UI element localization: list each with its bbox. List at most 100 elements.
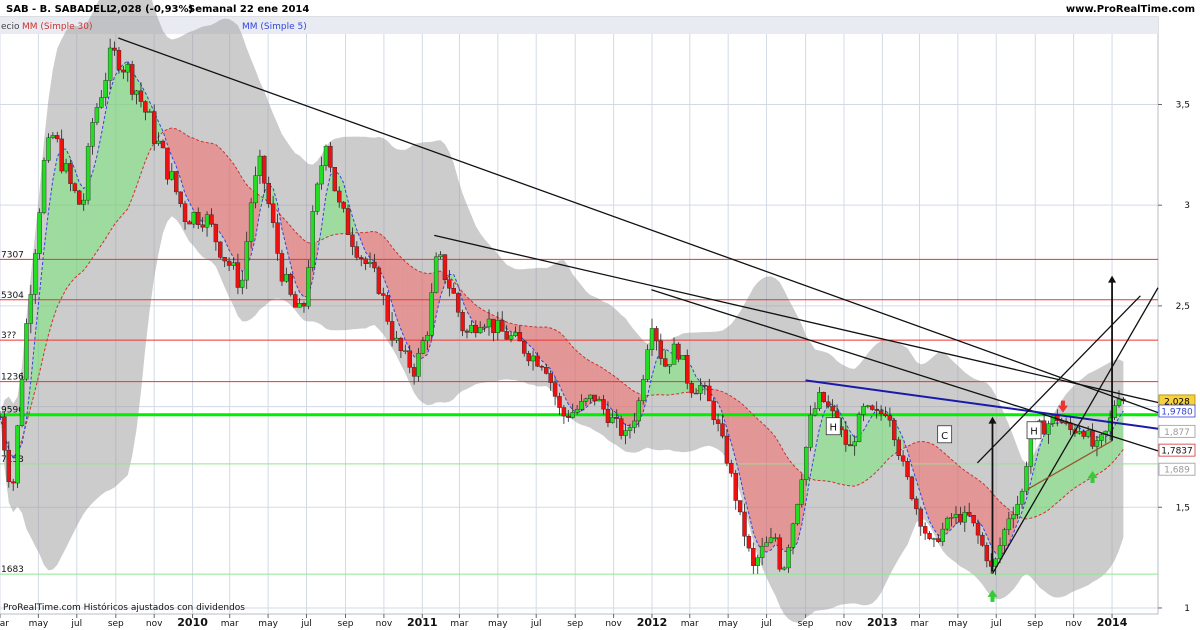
candle-body: [830, 406, 835, 412]
x-tick-label: 2011: [407, 616, 438, 629]
candle-body: [125, 64, 130, 73]
candle-body: [469, 324, 474, 333]
trend-zone-bear: [480, 308, 485, 330]
trend-zone-bear: [396, 252, 401, 330]
candle-body: [310, 211, 315, 268]
candle-body: [878, 410, 884, 415]
candle-body: [971, 515, 976, 524]
candle-body: [892, 419, 897, 441]
pattern-label: H: [829, 423, 837, 434]
candle-body: [363, 258, 368, 264]
trend-zone-bull: [1057, 422, 1062, 503]
candle-body: [896, 439, 901, 456]
candle-body: [843, 429, 849, 445]
candle-2012-11-25: [856, 411, 862, 443]
candle-body: [222, 257, 227, 262]
trend-zone-bear: [964, 470, 970, 517]
legend-strip: [0, 17, 1158, 34]
trend-zone-bear: [757, 419, 763, 551]
candle-body: [464, 330, 470, 333]
candle-body: [848, 444, 853, 447]
trend-zone-bull: [105, 91, 111, 239]
candle-body: [213, 224, 219, 243]
candle-body: [614, 417, 619, 419]
candle-body: [685, 354, 690, 384]
trend-zone-bear: [409, 265, 415, 357]
x-tick-label: may: [718, 619, 738, 629]
candle-body: [667, 364, 672, 367]
trend-zone-bear: [405, 261, 410, 350]
candle-body: [187, 221, 192, 225]
level-label: 5304: [1, 291, 24, 301]
candle-body: [627, 427, 633, 431]
trend-zone-bear: [612, 374, 617, 414]
candle-body: [306, 267, 311, 307]
trend-zone-bull: [841, 415, 846, 486]
candle-2010-07-18: [314, 182, 320, 215]
candle-body: [861, 405, 866, 415]
candle-body: [909, 476, 915, 500]
candle-2012-02-26: [685, 349, 690, 390]
candle-body: [2, 416, 7, 451]
candle-2009-03-29: [15, 424, 20, 489]
candle-body: [764, 542, 769, 547]
candle-body: [852, 441, 857, 447]
x-tick-label: may: [258, 619, 278, 629]
trend-zone-bear: [555, 329, 560, 386]
candle-body: [1002, 529, 1007, 546]
candle-body: [737, 500, 743, 513]
candle-body: [1041, 420, 1047, 435]
candle-body: [50, 135, 56, 138]
candle-2013-04-14: [944, 516, 950, 531]
candle-body: [301, 303, 307, 307]
candle-2011-01-23: [433, 252, 439, 294]
candle-2012-02-19: [680, 354, 686, 360]
trend-zone-bear: [933, 444, 939, 536]
candle-body: [345, 208, 351, 235]
trend-zone-bull: [1048, 423, 1053, 510]
trend-zone-bear: [537, 327, 542, 361]
candle-body: [455, 293, 461, 313]
candle-body: [191, 212, 197, 225]
candle-body: [711, 400, 716, 420]
candle-body: [777, 537, 782, 570]
candle-body: [640, 379, 646, 401]
candle-body: [552, 382, 558, 397]
candle-body: [151, 111, 157, 144]
trend-zone-bear: [969, 473, 974, 518]
candle-body: [275, 222, 280, 254]
candle-body: [566, 415, 571, 418]
candle-body: [918, 508, 923, 527]
candle-body: [698, 385, 703, 394]
candle-2010-06-06: [288, 272, 293, 297]
candle-body: [491, 318, 496, 334]
trend-zone-bear: [220, 148, 225, 240]
candle-body: [72, 183, 78, 192]
candle-body: [821, 392, 827, 403]
candle-body: [786, 547, 791, 569]
candle-body: [944, 518, 950, 530]
candle-body: [226, 260, 232, 266]
x-tick-label: sep: [1027, 619, 1043, 629]
trend-zone-bear: [193, 138, 199, 218]
price-box-label: 1,9780: [1161, 408, 1193, 418]
candle-body: [209, 214, 214, 225]
candle-body: [1116, 398, 1122, 406]
trend-zone-bear: [753, 414, 758, 544]
candle-body: [953, 513, 959, 518]
candle-body: [33, 253, 38, 295]
candle-body: [570, 412, 575, 418]
legend-price: ecio: [1, 22, 20, 32]
candle-body: [81, 199, 86, 205]
candle-body: [557, 396, 562, 408]
candle-body: [169, 171, 175, 180]
candle-body: [182, 203, 188, 223]
trend-zone-bear: [370, 231, 375, 263]
candle-body: [381, 293, 386, 296]
candle-body: [636, 400, 641, 422]
trend-zone-bear: [775, 436, 780, 547]
candle-body: [799, 479, 804, 505]
candle-2009-05-10: [41, 157, 47, 215]
candle-body: [654, 328, 659, 342]
trend-zone-bear: [224, 152, 230, 251]
